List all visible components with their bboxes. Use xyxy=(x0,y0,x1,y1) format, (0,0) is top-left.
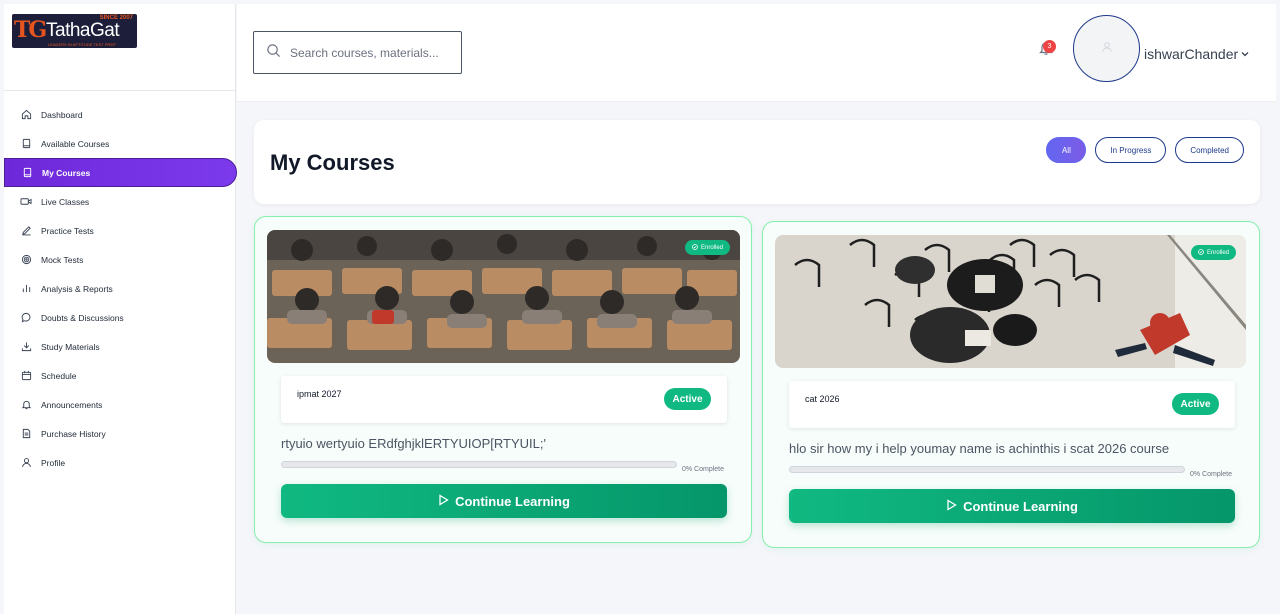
logo-since: SINCE 2007 xyxy=(99,15,133,21)
username[interactable]: ishwarChander xyxy=(1144,46,1238,62)
sidebar-item-label: Analysis & Reports xyxy=(41,283,113,294)
lecture-hall-photo xyxy=(267,230,740,363)
filter-in-progress-button[interactable]: In Progress xyxy=(1095,137,1167,163)
progress-bar xyxy=(281,461,677,468)
book-icon xyxy=(20,138,32,150)
sidebar-item-schedule[interactable]: Schedule xyxy=(4,361,236,390)
sidebar-item-dashboard[interactable]: Dashboard xyxy=(4,100,236,129)
tathagat-logo[interactable]: TG TathaGat SINCE 2007 LEADERS IN APTITU… xyxy=(12,14,137,48)
sidebar-item-label: Purchase History xyxy=(41,428,106,439)
calendar-icon xyxy=(20,370,32,382)
logo-mark: TG xyxy=(14,17,47,43)
sidebar-item-doubts-discussions[interactable]: Doubts & Discussions xyxy=(4,303,236,332)
search-input[interactable] xyxy=(290,45,450,60)
sidebar-item-purchase-history[interactable]: Purchase History xyxy=(4,419,236,448)
check-circle-icon xyxy=(1198,248,1204,257)
top-bar: 3 ishwarChander xyxy=(237,4,1276,102)
sidebar-item-label: Announcements xyxy=(41,399,103,410)
course-info-box: ipmat 2027 Active xyxy=(281,376,727,423)
chevron-down-icon[interactable] xyxy=(1240,46,1250,64)
check-circle-icon xyxy=(692,243,698,252)
sidebar-item-practice-tests[interactable]: Practice Tests xyxy=(4,216,236,245)
course-name: ipmat 2027 xyxy=(297,389,342,399)
continue-learning-label: Continue Learning xyxy=(963,498,1078,514)
user-icon xyxy=(20,457,32,469)
logo-tagline: LEADERS IN APTITUDE TEST PREP xyxy=(48,42,116,47)
enrolled-badge: Enrolled xyxy=(684,240,730,255)
bar-chart-icon xyxy=(20,283,32,295)
play-icon xyxy=(438,493,449,509)
sidebar-item-label: Live Classes xyxy=(41,196,90,207)
sidebar-item-my-courses[interactable]: My Courses xyxy=(4,158,237,187)
user-placeholder-icon xyxy=(1101,40,1113,58)
book-icon xyxy=(21,167,33,179)
receipt-icon xyxy=(20,428,32,440)
course-description: hlo sir how my i help youmay name is ach… xyxy=(789,441,1170,456)
status-badge: Active xyxy=(1172,393,1219,415)
progress-label: 0% Complete xyxy=(1190,471,1233,478)
chat-icon xyxy=(20,312,32,324)
course-name: cat 2026 xyxy=(805,394,840,404)
course-image: Enrolled xyxy=(775,235,1246,368)
search-icon xyxy=(266,43,281,63)
notification-count-badge: 3 xyxy=(1043,40,1056,53)
play-icon xyxy=(946,498,957,514)
sidebar-item-label: Mock Tests xyxy=(41,254,84,265)
sidebar-item-label: Study Materials xyxy=(41,341,100,352)
course-info-box: cat 2026 Active xyxy=(789,381,1235,428)
enrolled-label: Enrolled xyxy=(1206,249,1229,256)
filter-completed-button[interactable]: Completed xyxy=(1175,137,1244,163)
target-icon xyxy=(20,254,32,266)
enrolled-label: Enrolled xyxy=(700,244,723,251)
sidebar-divider xyxy=(4,90,235,91)
filter-all-button[interactable]: All xyxy=(1046,137,1087,163)
video-icon xyxy=(20,196,32,208)
sidebar-item-analysis-reports[interactable]: Analysis & Reports xyxy=(4,274,236,303)
sidebar: TG TathaGat SINCE 2007 LEADERS IN APTITU… xyxy=(4,4,237,614)
sidebar-item-label: Dashboard xyxy=(41,109,83,120)
course-filter-group: All In Progress Completed xyxy=(1046,137,1244,163)
cafe-overhead-photo xyxy=(775,235,1246,368)
sidebar-item-profile[interactable]: Profile xyxy=(4,448,236,477)
continue-learning-label: Continue Learning xyxy=(455,493,570,509)
course-image: Enrolled xyxy=(267,230,740,363)
course-card: Enrolled cat 2026 Active hlo sir how my … xyxy=(762,221,1260,548)
logo-name: TathaGat xyxy=(46,20,120,41)
sidebar-item-label: Doubts & Discussions xyxy=(41,312,124,323)
progress-bar xyxy=(789,466,1185,473)
enrolled-badge: Enrolled xyxy=(1190,245,1236,260)
course-card: Enrolled ipmat 2027 Active rtyuio wertyu… xyxy=(254,216,752,543)
progress-label: 0% Complete xyxy=(682,466,725,473)
sidebar-nav: Dashboard Available Courses My Courses L… xyxy=(4,100,237,477)
bell-icon xyxy=(20,399,32,411)
course-description: rtyuio wertyuio ERdfghjklERTYUIOP[RTYUIL… xyxy=(281,436,546,451)
pencil-icon xyxy=(20,225,32,237)
download-icon xyxy=(20,341,32,353)
continue-learning-button[interactable]: Continue Learning xyxy=(789,489,1235,523)
sidebar-item-label: Profile xyxy=(41,457,66,468)
avatar[interactable] xyxy=(1073,15,1140,82)
sidebar-item-study-materials[interactable]: Study Materials xyxy=(4,332,236,361)
status-badge: Active xyxy=(664,388,711,410)
sidebar-item-label: Practice Tests xyxy=(41,225,94,236)
sidebar-item-live-classes[interactable]: Live Classes xyxy=(4,187,236,216)
sidebar-item-mock-tests[interactable]: Mock Tests xyxy=(4,245,236,274)
sidebar-item-label: Schedule xyxy=(41,370,77,381)
continue-learning-button[interactable]: Continue Learning xyxy=(281,484,727,518)
page-header-card: My Courses All In Progress Completed xyxy=(254,120,1260,204)
search-box[interactable] xyxy=(253,31,462,74)
home-icon xyxy=(20,109,32,121)
sidebar-item-label: My Courses xyxy=(42,167,91,178)
sidebar-item-announcements[interactable]: Announcements xyxy=(4,390,236,419)
sidebar-item-label: Available Courses xyxy=(41,138,110,149)
sidebar-item-available-courses[interactable]: Available Courses xyxy=(4,129,236,158)
page-title: My Courses xyxy=(270,150,395,175)
